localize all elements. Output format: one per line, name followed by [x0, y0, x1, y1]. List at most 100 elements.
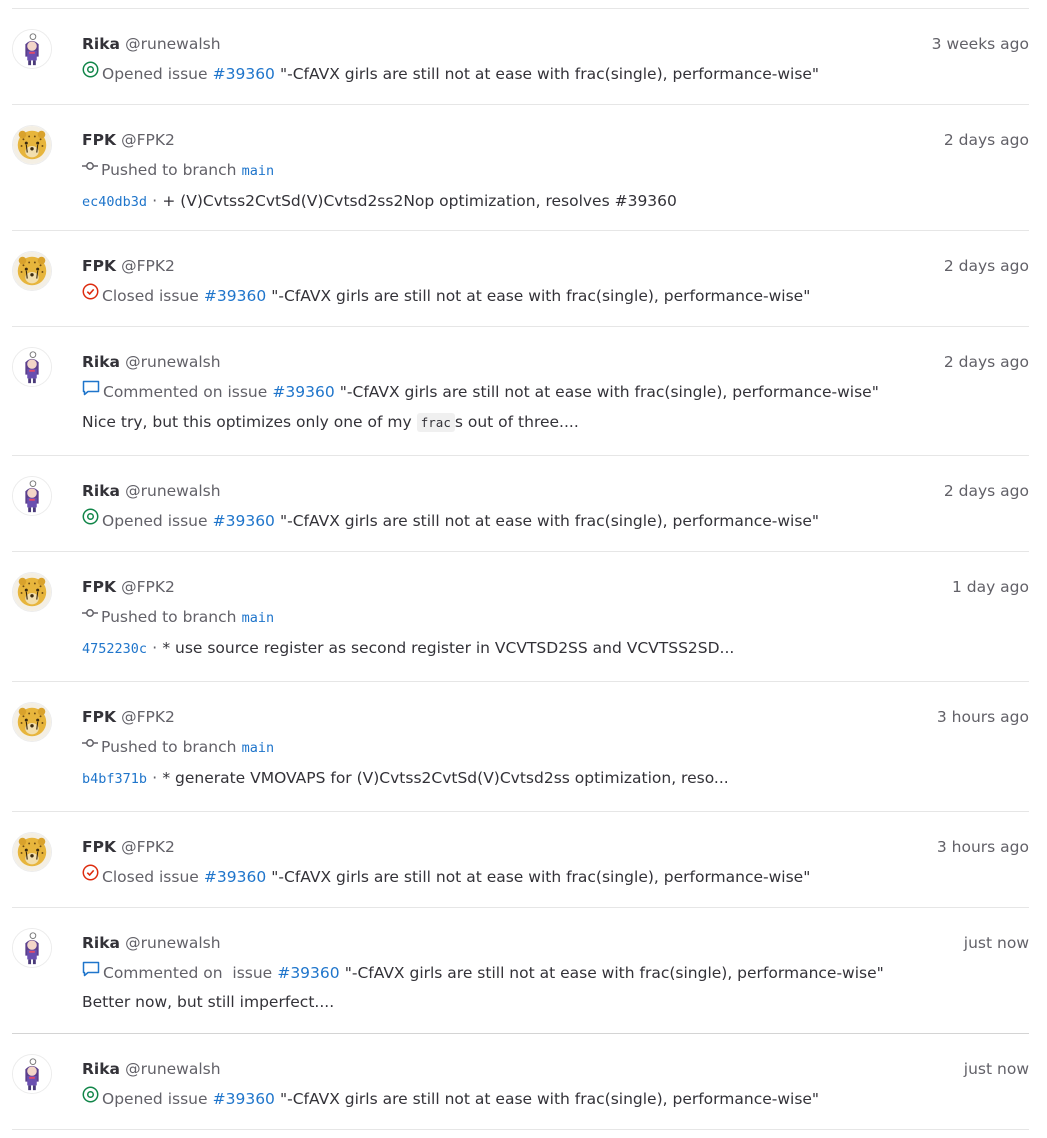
activity-feed: Rika @runewalsh 3 weeks ago Opened issue… — [0, 0, 1047, 1138]
commit-message: + (V)Cvtss2CvtSd(V)Cvtsd2ss2Nop optimiza… — [162, 192, 677, 210]
event-time: 3 hours ago — [936, 708, 1029, 726]
author-handle[interactable]: @FPK2 — [121, 131, 175, 149]
comment-icon — [82, 961, 100, 983]
separator — [12, 8, 1029, 9]
cheetah-avatar-icon — [13, 252, 51, 290]
author-name[interactable]: FPK — [82, 578, 116, 596]
user-avatar-rika[interactable] — [12, 29, 52, 69]
anime-girl-avatar-icon — [13, 929, 51, 967]
event-action: Commented on issue — [103, 964, 273, 982]
issue-link[interactable]: #39360 — [204, 868, 266, 886]
commit-separator: · — [152, 768, 158, 787]
commit-separator: · — [152, 638, 158, 657]
issue-open-icon — [82, 61, 99, 84]
cheetah-avatar-icon — [13, 573, 51, 611]
separator — [12, 551, 1029, 552]
author-handle[interactable]: @runewalsh — [125, 934, 220, 952]
user-avatar-rika[interactable] — [12, 1054, 52, 1094]
event-action: Closed issue — [102, 287, 199, 305]
separator — [12, 326, 1029, 327]
anime-girl-avatar-icon — [13, 348, 51, 386]
issue-title: "-CfAVX girls are still not at ease with… — [280, 1090, 820, 1108]
author-name[interactable]: Rika — [82, 1060, 120, 1078]
user-avatar-fpk[interactable] — [12, 572, 52, 612]
user-avatar-rika[interactable] — [12, 347, 52, 387]
event-action: Closed issue — [102, 868, 199, 886]
author-handle[interactable]: @FPK2 — [121, 708, 175, 726]
issue-title: "-CfAVX girls are still not at ease with… — [339, 383, 879, 401]
author-name[interactable]: FPK — [82, 131, 116, 149]
commit-sha-link[interactable]: ec40db3d — [82, 194, 147, 210]
author-handle[interactable]: @FPK2 — [121, 257, 175, 275]
event-time: 3 weeks ago — [931, 35, 1029, 53]
separator — [12, 1033, 1029, 1034]
event-time: 2 days ago — [943, 482, 1029, 500]
user-avatar-fpk[interactable] — [12, 832, 52, 872]
author-name[interactable]: FPK — [82, 257, 116, 275]
branch-link[interactable]: main — [242, 163, 275, 179]
user-avatar-rika[interactable] — [12, 928, 52, 968]
commit-message: * use source register as second register… — [162, 639, 735, 657]
user-avatar-fpk[interactable] — [12, 251, 52, 291]
event-action: Opened issue — [102, 512, 208, 530]
user-avatar-fpk[interactable] — [12, 702, 52, 742]
author-handle[interactable]: @runewalsh — [125, 35, 220, 53]
issue-title: "-CfAVX girls are still not at ease with… — [271, 287, 811, 305]
author-name[interactable]: FPK — [82, 838, 116, 856]
author-handle[interactable]: @FPK2 — [121, 578, 175, 596]
comment-body: Nice try, but this optimizes only one of… — [82, 411, 579, 433]
separator — [12, 811, 1029, 812]
author-handle[interactable]: @runewalsh — [125, 482, 220, 500]
event-action: Pushed to branch — [101, 738, 237, 756]
issue-link[interactable]: #39360 — [213, 65, 275, 83]
event-time: 2 days ago — [943, 353, 1029, 371]
issue-link[interactable]: #39360 — [213, 1090, 275, 1108]
author-handle[interactable]: @runewalsh — [125, 1060, 220, 1078]
commit-sha-link[interactable]: 4752230c — [82, 641, 147, 657]
event-time: just now — [963, 1060, 1029, 1078]
comment-body: Better now, but still imperfect.... — [82, 991, 334, 1013]
issue-open-icon — [82, 1086, 99, 1109]
event-time: 1 day ago — [951, 578, 1029, 596]
event-time: just now — [963, 934, 1029, 952]
anime-girl-avatar-icon — [13, 477, 51, 515]
separator — [12, 907, 1029, 908]
commit-message: * generate VMOVAPS for (V)Cvtss2CvtSd(V)… — [162, 769, 729, 787]
author-name[interactable]: Rika — [82, 353, 120, 371]
event-time: 2 days ago — [943, 257, 1029, 275]
author-name[interactable]: Rika — [82, 35, 120, 53]
issue-closed-icon — [82, 864, 99, 887]
cheetah-avatar-icon — [13, 833, 51, 871]
issue-link[interactable]: #39360 — [277, 964, 339, 982]
commit-icon — [82, 605, 98, 627]
author-handle[interactable]: @FPK2 — [121, 838, 175, 856]
branch-link[interactable]: main — [242, 740, 275, 756]
issue-open-icon — [82, 508, 99, 531]
author-handle[interactable]: @runewalsh — [125, 353, 220, 371]
author-name[interactable]: Rika — [82, 934, 120, 952]
comment-text: Nice try, but this optimizes only one of… — [82, 413, 412, 431]
issue-link[interactable]: #39360 — [213, 512, 275, 530]
author-name[interactable]: FPK — [82, 708, 116, 726]
separator — [12, 455, 1029, 456]
event-action: Opened issue — [102, 1090, 208, 1108]
user-avatar-rika[interactable] — [12, 476, 52, 516]
user-avatar-fpk[interactable] — [12, 125, 52, 165]
branch-link[interactable]: main — [242, 610, 275, 626]
issue-link[interactable]: #39360 — [272, 383, 334, 401]
issue-closed-icon — [82, 283, 99, 306]
event-action: Commented on issue — [103, 383, 268, 401]
issue-title: "-CfAVX girls are still not at ease with… — [280, 65, 820, 83]
commit-icon — [82, 158, 98, 180]
issue-link[interactable]: #39360 — [204, 287, 266, 305]
commit-icon — [82, 735, 98, 757]
event-action: Pushed to branch — [101, 608, 237, 626]
commit-separator: · — [152, 191, 158, 210]
commit-sha-link[interactable]: b4bf371b — [82, 771, 147, 787]
author-name[interactable]: Rika — [82, 482, 120, 500]
issue-title: "-CfAVX girls are still not at ease with… — [280, 512, 820, 530]
event-time: 2 days ago — [943, 131, 1029, 149]
cheetah-avatar-icon — [13, 703, 51, 741]
anime-girl-avatar-icon — [13, 1055, 51, 1093]
separator — [12, 1129, 1029, 1130]
